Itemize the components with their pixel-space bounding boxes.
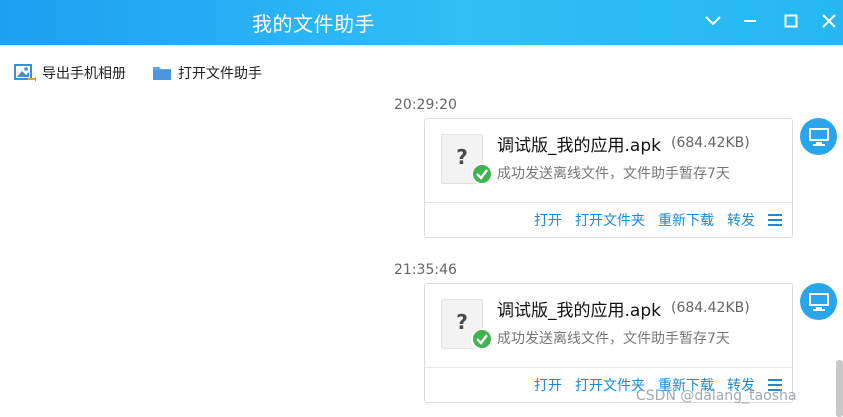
computer-icon (808, 127, 829, 146)
export-album-label: 导出手机相册 (42, 66, 126, 82)
message-timestamp: 21:35:46 (394, 262, 457, 278)
file-status: 成功发送离线文件，文件助手暂存7天 (497, 331, 730, 347)
file-message-card[interactable]: ? 调试版_我的应用.apk (684.42KB) 成功发送离线文件，文件助手暂… (424, 118, 793, 238)
export-album-button[interactable]: 导出手机相册 (14, 62, 126, 84)
device-avatar (800, 283, 837, 320)
window-title: 我的文件助手 (252, 12, 375, 36)
open-file-assistant-label: 打开文件助手 (178, 66, 262, 82)
maximize-button[interactable] (778, 8, 804, 34)
close-button[interactable] (816, 8, 842, 34)
success-check-icon (471, 328, 493, 350)
scrollbar[interactable] (836, 360, 843, 417)
redownload-link[interactable]: 重新下载 (658, 210, 714, 230)
file-name: 调试版_我的应用.apk (497, 301, 661, 321)
chevron-down-icon (705, 16, 721, 26)
message-timestamp: 20:29:20 (394, 97, 457, 113)
file-message-card[interactable]: ? 调试版_我的应用.apk (684.42KB) 成功发送离线文件，文件助手暂… (424, 283, 793, 403)
more-menu-icon[interactable] (768, 214, 782, 226)
card-divider (425, 367, 792, 368)
success-check-icon (471, 163, 493, 185)
open-link[interactable]: 打开 (534, 375, 562, 395)
card-divider (425, 202, 792, 203)
minimize-icon (744, 20, 756, 22)
collapse-button[interactable] (700, 8, 726, 34)
open-folder-link[interactable]: 打开文件夹 (575, 375, 645, 395)
open-file-assistant-button[interactable]: 打开文件助手 (152, 62, 262, 84)
file-name: 调试版_我的应用.apk (497, 136, 661, 156)
photo-export-icon (14, 64, 36, 82)
title-bar: 我的文件助手 (0, 0, 843, 45)
file-size: (684.42KB) (671, 300, 750, 316)
file-size: (684.42KB) (671, 135, 750, 151)
device-avatar (800, 118, 837, 155)
message-list: 20:29:20 ? 调试版_我的应用.apk (684.42KB) 成功发送离… (0, 97, 843, 417)
maximize-icon (784, 14, 798, 28)
computer-icon (808, 292, 829, 311)
open-folder-link[interactable]: 打开文件夹 (575, 210, 645, 230)
file-status: 成功发送离线文件，文件助手暂存7天 (497, 166, 730, 182)
open-link[interactable]: 打开 (534, 210, 562, 230)
close-icon (822, 14, 836, 28)
forward-link[interactable]: 转发 (727, 210, 755, 230)
toolbar: 导出手机相册 打开文件助手 (0, 45, 843, 97)
folder-icon (153, 67, 171, 80)
watermark: CSDN @dalang_taosha (636, 388, 797, 404)
file-actions: 打开 打开文件夹 重新下载 转发 (521, 210, 782, 230)
minimize-button[interactable] (737, 8, 763, 34)
